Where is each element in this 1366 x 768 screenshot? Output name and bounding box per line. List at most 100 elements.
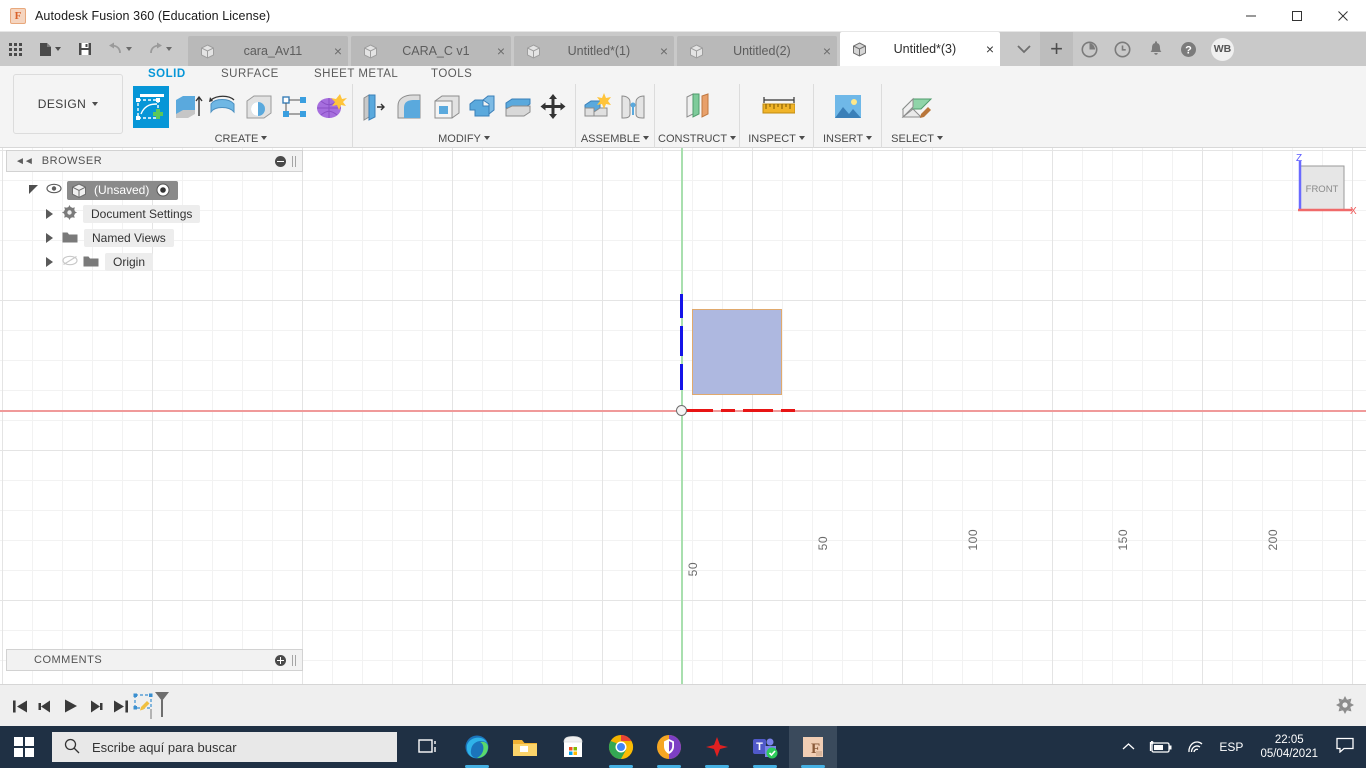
chevron-down-icon[interactable] [483, 136, 490, 140]
tab-close-icon[interactable]: × [660, 44, 668, 58]
recent-clock-icon[interactable] [1106, 32, 1139, 66]
chevron-down-icon[interactable] [866, 136, 873, 140]
clock[interactable]: 22:05 05/04/2021 [1250, 733, 1328, 761]
extrude-icon[interactable] [169, 86, 205, 128]
view-cube[interactable]: FRONT Z X [1282, 153, 1360, 226]
expander-open-icon[interactable] [28, 184, 40, 196]
revolve-icon[interactable] [205, 86, 241, 128]
origin-point[interactable] [676, 405, 687, 416]
go-to-end-icon[interactable] [108, 685, 133, 727]
collapse-left-icon[interactable]: ◄◄ [15, 156, 34, 167]
taskbar-app-avast-browser[interactable] [645, 726, 693, 768]
avatar[interactable]: WB [1211, 37, 1234, 61]
collapse-all-icon[interactable] [275, 155, 286, 167]
job-status-icon[interactable] [1073, 32, 1106, 66]
panel-resize-grip[interactable] [292, 654, 296, 666]
tree-node-origin[interactable]: Origin [6, 250, 303, 274]
go-to-beginning-icon[interactable] [8, 685, 33, 727]
joint-icon[interactable] [615, 86, 651, 128]
undo-button[interactable] [100, 32, 140, 66]
timeline-feature-sketch[interactable] [133, 685, 173, 727]
pattern-icon[interactable] [277, 86, 313, 128]
taskbar-app-fusion360[interactable]: F [789, 726, 837, 768]
close-button[interactable] [1320, 0, 1366, 32]
split-face-icon[interactable] [500, 86, 536, 128]
taskbar-app-chrome[interactable] [597, 726, 645, 768]
play-icon[interactable] [58, 685, 83, 727]
taskbar-app-microsoft-store[interactable] [549, 726, 597, 768]
taskbar-app-edge[interactable] [453, 726, 501, 768]
select-icon[interactable] [899, 86, 935, 128]
redo-button[interactable] [140, 32, 180, 66]
windows-start-icon[interactable] [0, 726, 48, 768]
tab-surface[interactable]: SURFACE [221, 68, 279, 80]
add-comment-icon[interactable] [275, 654, 286, 666]
measure-icon[interactable] [759, 86, 795, 128]
maximize-button[interactable] [1274, 0, 1320, 32]
bell-icon[interactable] [1139, 32, 1172, 66]
move-copy-icon[interactable] [536, 86, 572, 128]
apps-grid-icon[interactable] [0, 32, 30, 66]
chevron-down-icon[interactable] [261, 136, 268, 140]
taskbar-app-autodesk[interactable] [693, 726, 741, 768]
step-forward-icon[interactable] [83, 685, 108, 727]
help-icon[interactable]: ? [1172, 32, 1205, 66]
expander-closed-icon[interactable] [46, 209, 53, 219]
folder-icon [83, 254, 99, 270]
minimize-button[interactable] [1228, 0, 1274, 32]
combine-icon[interactable] [464, 86, 500, 128]
tab-close-icon[interactable]: × [497, 44, 505, 58]
chevron-down-icon[interactable] [730, 136, 737, 140]
language-indicator[interactable]: ESP [1212, 726, 1250, 768]
offset-plane-icon[interactable] [679, 86, 715, 128]
action-center-icon[interactable] [1328, 737, 1366, 758]
form-icon[interactable] [313, 86, 349, 128]
document-tab[interactable]: CARA_C v1 × [351, 36, 511, 66]
tab-close-icon[interactable]: × [823, 44, 831, 58]
expander-closed-icon[interactable] [46, 257, 53, 267]
tree-label-wrap[interactable]: (Unsaved) [67, 180, 179, 200]
sketch-rectangle[interactable] [692, 309, 782, 395]
create-sketch-icon[interactable] [133, 86, 169, 128]
shell-icon[interactable] [428, 86, 464, 128]
new-document-button[interactable] [30, 32, 70, 66]
insert-image-icon[interactable] [830, 86, 866, 128]
sphere-icon[interactable] [241, 86, 277, 128]
document-tab[interactable]: Untitled(2) × [677, 36, 837, 66]
taskbar-app-file-explorer[interactable] [501, 726, 549, 768]
tree-node-document-settings[interactable]: Document Settings [6, 202, 303, 226]
fillet-icon[interactable] [392, 86, 428, 128]
press-pull-icon[interactable] [356, 86, 392, 128]
save-button[interactable] [70, 32, 100, 66]
document-tab[interactable]: Untitled*(1) × [514, 36, 674, 66]
eye-off-icon[interactable] [62, 255, 78, 269]
tree-node-unsaved[interactable]: (Unsaved) [6, 178, 303, 202]
chevron-down-icon[interactable] [1007, 32, 1040, 66]
document-tab-active[interactable]: Untitled*(3) × [840, 32, 1000, 66]
comments-panel-header[interactable]: COMMENTS [6, 649, 303, 671]
expander-closed-icon[interactable] [46, 233, 53, 243]
panel-resize-grip[interactable] [292, 155, 296, 167]
taskbar-app-microsoft-teams[interactable]: T [741, 726, 789, 768]
eye-icon[interactable] [46, 183, 62, 197]
chevron-down-icon[interactable] [936, 136, 943, 140]
show-hidden-icons-icon[interactable] [1115, 726, 1142, 768]
chevron-down-icon[interactable] [643, 136, 650, 140]
tab-solid[interactable]: SOLID [148, 68, 186, 80]
battery-charging-icon[interactable] [1142, 726, 1180, 768]
component-icon [527, 43, 540, 59]
tab-close-icon[interactable]: × [986, 42, 994, 56]
tab-sheet-metal[interactable]: SHEET METAL [314, 68, 398, 80]
tree-node-named-views[interactable]: Named Views [6, 226, 303, 250]
document-tab[interactable]: cara_Av11 × [188, 36, 348, 66]
chevron-down-icon[interactable] [798, 136, 805, 140]
new-component-icon[interactable] [579, 86, 615, 128]
step-back-icon[interactable] [33, 685, 58, 727]
wifi-icon[interactable] [1180, 726, 1212, 768]
search-input[interactable]: Escribe aquí para buscar [52, 732, 397, 762]
timeline-settings-icon[interactable] [1336, 696, 1354, 719]
task-view-icon[interactable] [405, 726, 453, 768]
tab-close-icon[interactable]: × [334, 44, 342, 58]
new-tab-button[interactable]: + [1040, 32, 1073, 66]
tab-tools[interactable]: TOOLS [431, 68, 472, 80]
